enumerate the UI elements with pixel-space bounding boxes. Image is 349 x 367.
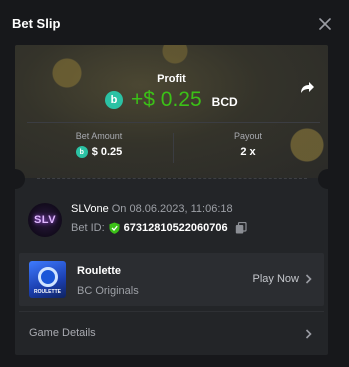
game-card[interactable]: ROULETTE Roulette BC Originals Play Now bbox=[19, 253, 324, 306]
bcd-coin-icon: b bbox=[105, 91, 123, 109]
thumbnail-label: ROULETTE bbox=[34, 289, 61, 295]
dashed-divider bbox=[37, 178, 307, 179]
ticket-notch-right bbox=[318, 169, 328, 189]
game-details-row[interactable]: Game Details bbox=[19, 318, 324, 348]
divider bbox=[19, 311, 324, 312]
bet-id-value: 67312810522060706 bbox=[123, 222, 228, 234]
payout-value: 2 x bbox=[240, 146, 256, 158]
payout-label: Payout bbox=[233, 131, 263, 141]
page-title: Bet Slip bbox=[12, 16, 61, 31]
bcd-coin-icon: b bbox=[75, 146, 88, 158]
divider bbox=[27, 122, 320, 123]
play-now-button[interactable]: Play Now bbox=[253, 273, 312, 285]
shield-check-icon bbox=[109, 222, 120, 234]
avatar[interactable]: SLV bbox=[28, 203, 62, 237]
game-thumbnail[interactable]: ROULETTE bbox=[29, 261, 66, 298]
player-info: SLVone On 08.06.2023, 11:06:18 bbox=[71, 203, 233, 215]
copy-icon[interactable] bbox=[235, 222, 247, 234]
bet-amount-label: Bet Amount bbox=[75, 131, 123, 141]
bet-card: Profit b +$ 0.25 BCD Bet Amount b $ 0.25… bbox=[15, 45, 328, 355]
chevron-right-icon bbox=[305, 274, 312, 284]
roulette-wheel-icon bbox=[38, 267, 58, 287]
play-now-label: Play Now bbox=[252, 273, 299, 285]
profit-row: b +$ 0.25 BCD bbox=[105, 87, 238, 113]
share-button[interactable] bbox=[298, 78, 316, 96]
bet-amount-value: b $ 0.25 bbox=[29, 146, 169, 158]
bet-timestamp: On 08.06.2023, 11:06:18 bbox=[111, 203, 233, 215]
profit-label: Profit bbox=[157, 73, 186, 85]
profit-value: +$ 0.25 bbox=[131, 88, 202, 111]
close-icon[interactable] bbox=[319, 18, 331, 30]
bet-id-row: Bet ID: 67312810522060706 bbox=[71, 222, 247, 234]
game-title: Roulette bbox=[77, 265, 121, 277]
bet-id-label: Bet ID: bbox=[71, 222, 105, 234]
bet-amount-text: $ 0.25 bbox=[91, 146, 123, 158]
bet-slip-header: Bet Slip bbox=[0, 0, 349, 48]
share-icon[interactable] bbox=[298, 78, 316, 96]
game-provider: BC Originals bbox=[77, 285, 139, 297]
game-details-label: Game Details bbox=[29, 327, 96, 339]
chevron-right-icon bbox=[305, 329, 312, 339]
profit-currency: BCD bbox=[211, 94, 238, 109]
player-name[interactable]: SLVone bbox=[71, 203, 109, 215]
close-button[interactable] bbox=[315, 14, 335, 34]
divider bbox=[173, 133, 174, 163]
